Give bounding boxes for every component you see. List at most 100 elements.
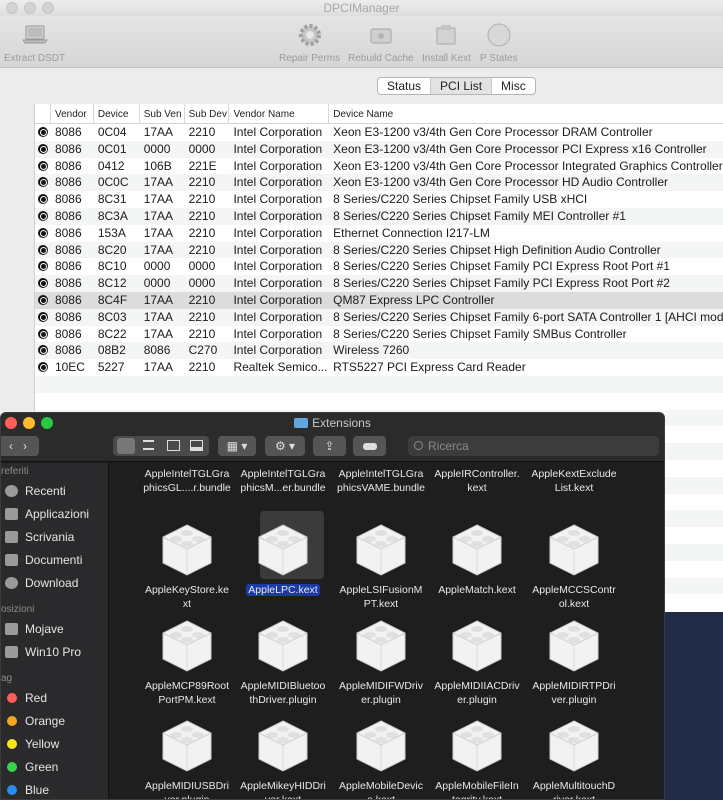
file-item[interactable]: AppleMobileFileIn tegrity.kext: [428, 715, 526, 799]
finder-titlebar: Extensions: [1, 413, 664, 433]
file-item[interactable]: AppleLSIFusionM PT.kext: [332, 519, 430, 611]
p-states-button[interactable]: P States: [480, 20, 518, 64]
cell-sub-dev: 2210: [188, 242, 216, 257]
file-item[interactable]: AppleIntelTGLGra phicsM...er.bundle: [234, 463, 332, 495]
table-row[interactable]: 8086 8C3A 17AA 2210 Intel Corporation 8 Serie…: [35, 207, 723, 225]
column-header-vendor[interactable]: Vendor: [51, 104, 94, 123]
sidebar-item-documenti[interactable]: Documenti: [1, 549, 108, 572]
cell-sub-ven: 17AA: [143, 309, 174, 324]
rebuild-cache-label: Rebuild Cache: [348, 53, 414, 64]
sidebar-tag-blue[interactable]: Blue: [1, 779, 108, 799]
group-button[interactable]: ▦ ▾: [218, 436, 256, 456]
table-row[interactable]: 8086 0C04 17AA 2210 Intel Corporation Xeon E3…: [35, 124, 723, 141]
file-item[interactable]: AppleMCCSContr ol.kext: [525, 519, 623, 611]
table-row[interactable]: 10EC 5227 17AA 2210 Realtek Semico... RTS5227…: [35, 359, 723, 376]
share-button[interactable]: ⇪: [313, 436, 346, 456]
file-item-label-line: phicsGL....r.bundle: [143, 482, 231, 494]
pci-device-icon: [35, 124, 51, 141]
file-item[interactable]: AppleIRController. kext: [428, 463, 526, 495]
file-item-label-line: PortPM.kext: [158, 694, 216, 706]
finder-title: Extensions: [1, 416, 664, 430]
file-item-label-line: AppleMIDIBluetoo: [240, 680, 326, 692]
file-item[interactable]: AppleMikeyHIDDri ver.kext: [234, 715, 332, 799]
file-item[interactable]: AppleMatch.kext: [428, 519, 526, 597]
sidebar-tag-red[interactable]: Red: [1, 687, 108, 710]
tab-status[interactable]: Status: [378, 78, 432, 94]
file-item[interactable]: AppleIntelTGLGra phicsGL....r.bundle: [138, 463, 236, 495]
icon-view-icon[interactable]: [117, 438, 135, 454]
table-row[interactable]: 8086 8C4F 17AA 2210 Intel Corporation QM87 Ex…: [35, 291, 723, 309]
cell-vendor: 8086: [54, 343, 82, 358]
sidebar-item-download[interactable]: Download: [1, 572, 108, 595]
file-item[interactable]: AppleIntelTGLGra phicsVAME.bundle: [332, 463, 430, 495]
cell-device-name: RTS5227 PCI Express Card Reader: [333, 360, 526, 375]
search-input[interactable]: Ricerca: [408, 436, 659, 456]
column-header-sub-dev[interactable]: Sub Dev: [185, 104, 230, 123]
column-view-icon[interactable]: [167, 440, 180, 451]
table-row[interactable]: 8086 8C22 17AA 2210 Intel Corporation 8 Serie…: [35, 326, 723, 343]
cell-device: 8C3A: [97, 208, 128, 223]
table-row[interactable]: 8086 8C31 17AA 2210 Intel Corporation 8 Serie…: [35, 191, 723, 208]
sidebar-tag-orange[interactable]: Orange: [1, 710, 108, 733]
sidebar-tag-yellow[interactable]: Yellow: [1, 733, 108, 756]
tag-color-dot-icon: [7, 762, 17, 772]
forward-arrow-icon[interactable]: ›: [23, 439, 27, 453]
cell-sub-dev: 2210: [188, 360, 216, 375]
cell-device-name: Ethernet Connection I217-LM: [333, 225, 490, 240]
table-row[interactable]: 8086 8C12 0000 0000 Intel Corporation 8 Serie…: [35, 275, 723, 292]
list-view-icon[interactable]: [143, 440, 154, 450]
file-item[interactable]: AppleKeyStore.ke xt: [138, 519, 236, 611]
file-item[interactable]: AppleKextExclude List.kext: [525, 463, 623, 495]
table-row[interactable]: 8086 08B2 8086 C270 Intel Corporation Wireles…: [35, 342, 723, 360]
action-button[interactable]: ⚙ ▾: [265, 436, 305, 456]
table-row[interactable]: 8086 153A 17AA 2210 Intel Corporation Etherne…: [35, 225, 723, 242]
column-header-device-name[interactable]: Device Name: [329, 104, 723, 123]
tags-button[interactable]: [353, 436, 386, 456]
sidebar-item-recenti[interactable]: Recenti: [1, 480, 108, 503]
file-item-label: AppleIntelTGLGra phicsGL....r.bundle: [138, 467, 236, 495]
file-item-label-line: xt: [182, 598, 192, 610]
table-row[interactable]: 8086 0C0C 17AA 2210 Intel Corporation Xeon E3…: [35, 174, 723, 192]
cell-device-name: 8 Series/C220 Series Chipset Family PCI …: [333, 259, 670, 274]
table-row[interactable]: 8086 8C03 17AA 2210 Intel Corporation 8 Serie…: [35, 308, 723, 326]
file-item[interactable]: AppleMCP89Root PortPM.kext: [138, 615, 236, 707]
sidebar-item-mojave[interactable]: Mojave: [1, 618, 108, 641]
file-item[interactable]: AppleLPC.kext: [234, 519, 332, 597]
back-forward-buttons[interactable]: ‹ ›: [1, 436, 39, 456]
column-header-vendor-name[interactable]: Vendor Name: [229, 104, 330, 123]
pci-device-icon: [35, 158, 51, 175]
gallery-view-icon[interactable]: [190, 440, 203, 451]
sidebar-item-applicazioni[interactable]: Applicazioni: [1, 503, 108, 526]
file-item[interactable]: AppleMultitouchD river.kext: [525, 715, 623, 799]
column-header-sub-ven[interactable]: Sub Ven: [140, 104, 185, 123]
extract-dsdt-button[interactable]: Extract DSDT: [4, 20, 65, 64]
sidebar-item-label: Yellow: [25, 737, 60, 751]
cell-vendor-name: Intel Corporation: [233, 175, 323, 190]
file-item[interactable]: AppleMIDIFWDriv er.plugin: [332, 615, 430, 707]
file-item[interactable]: AppleMIDIIACDriv er.plugin: [428, 615, 526, 707]
sidebar-item-scrivania[interactable]: Scrivania: [1, 526, 108, 549]
sidebar-tag-green[interactable]: Green: [1, 756, 108, 779]
cell-device: 0C01: [97, 141, 127, 156]
install-kext-button[interactable]: Install Kext: [422, 20, 471, 64]
pci-device-icon: [35, 258, 51, 275]
cell-sub-ven: 17AA: [143, 326, 174, 341]
table-row[interactable]: 8086 8C20 17AA 2210 Intel Corporation 8 Serie…: [35, 241, 723, 259]
file-item[interactable]: AppleMobileDevic e.kext: [332, 715, 430, 799]
tab-pci-list[interactable]: PCI List: [431, 78, 493, 94]
file-item[interactable]: AppleMIDIBluetoo thDriver.plugin: [234, 615, 332, 707]
sidebar-item-win10-pro[interactable]: Win10 Pro: [1, 641, 108, 664]
rebuild-cache-button[interactable]: Rebuild Cache: [348, 20, 414, 64]
table-row[interactable]: 8086 0C01 0000 0000 Intel Corporation Xeon E3…: [35, 140, 723, 158]
laptop-icon: [21, 25, 48, 44]
repair-perms-button[interactable]: Repair Perms: [279, 20, 340, 64]
back-arrow-icon[interactable]: ‹: [9, 439, 13, 453]
file-item[interactable]: AppleMIDIUSBDri ver.plugin: [138, 715, 236, 799]
file-item-label: AppleMatch.kext: [428, 583, 526, 597]
column-header-device[interactable]: Device: [94, 104, 140, 123]
table-row[interactable]: 8086 0412 106B 221E Intel Corporation Xeon E3…: [35, 158, 723, 175]
file-item[interactable]: AppleMIDIRTPDri ver.plugin: [525, 615, 623, 707]
tab-misc[interactable]: Misc: [492, 78, 535, 94]
table-row[interactable]: 8086 8C10 0000 0000 Intel Corporation 8 Serie…: [35, 258, 723, 275]
sidebar-item-label: Orange: [25, 714, 66, 728]
